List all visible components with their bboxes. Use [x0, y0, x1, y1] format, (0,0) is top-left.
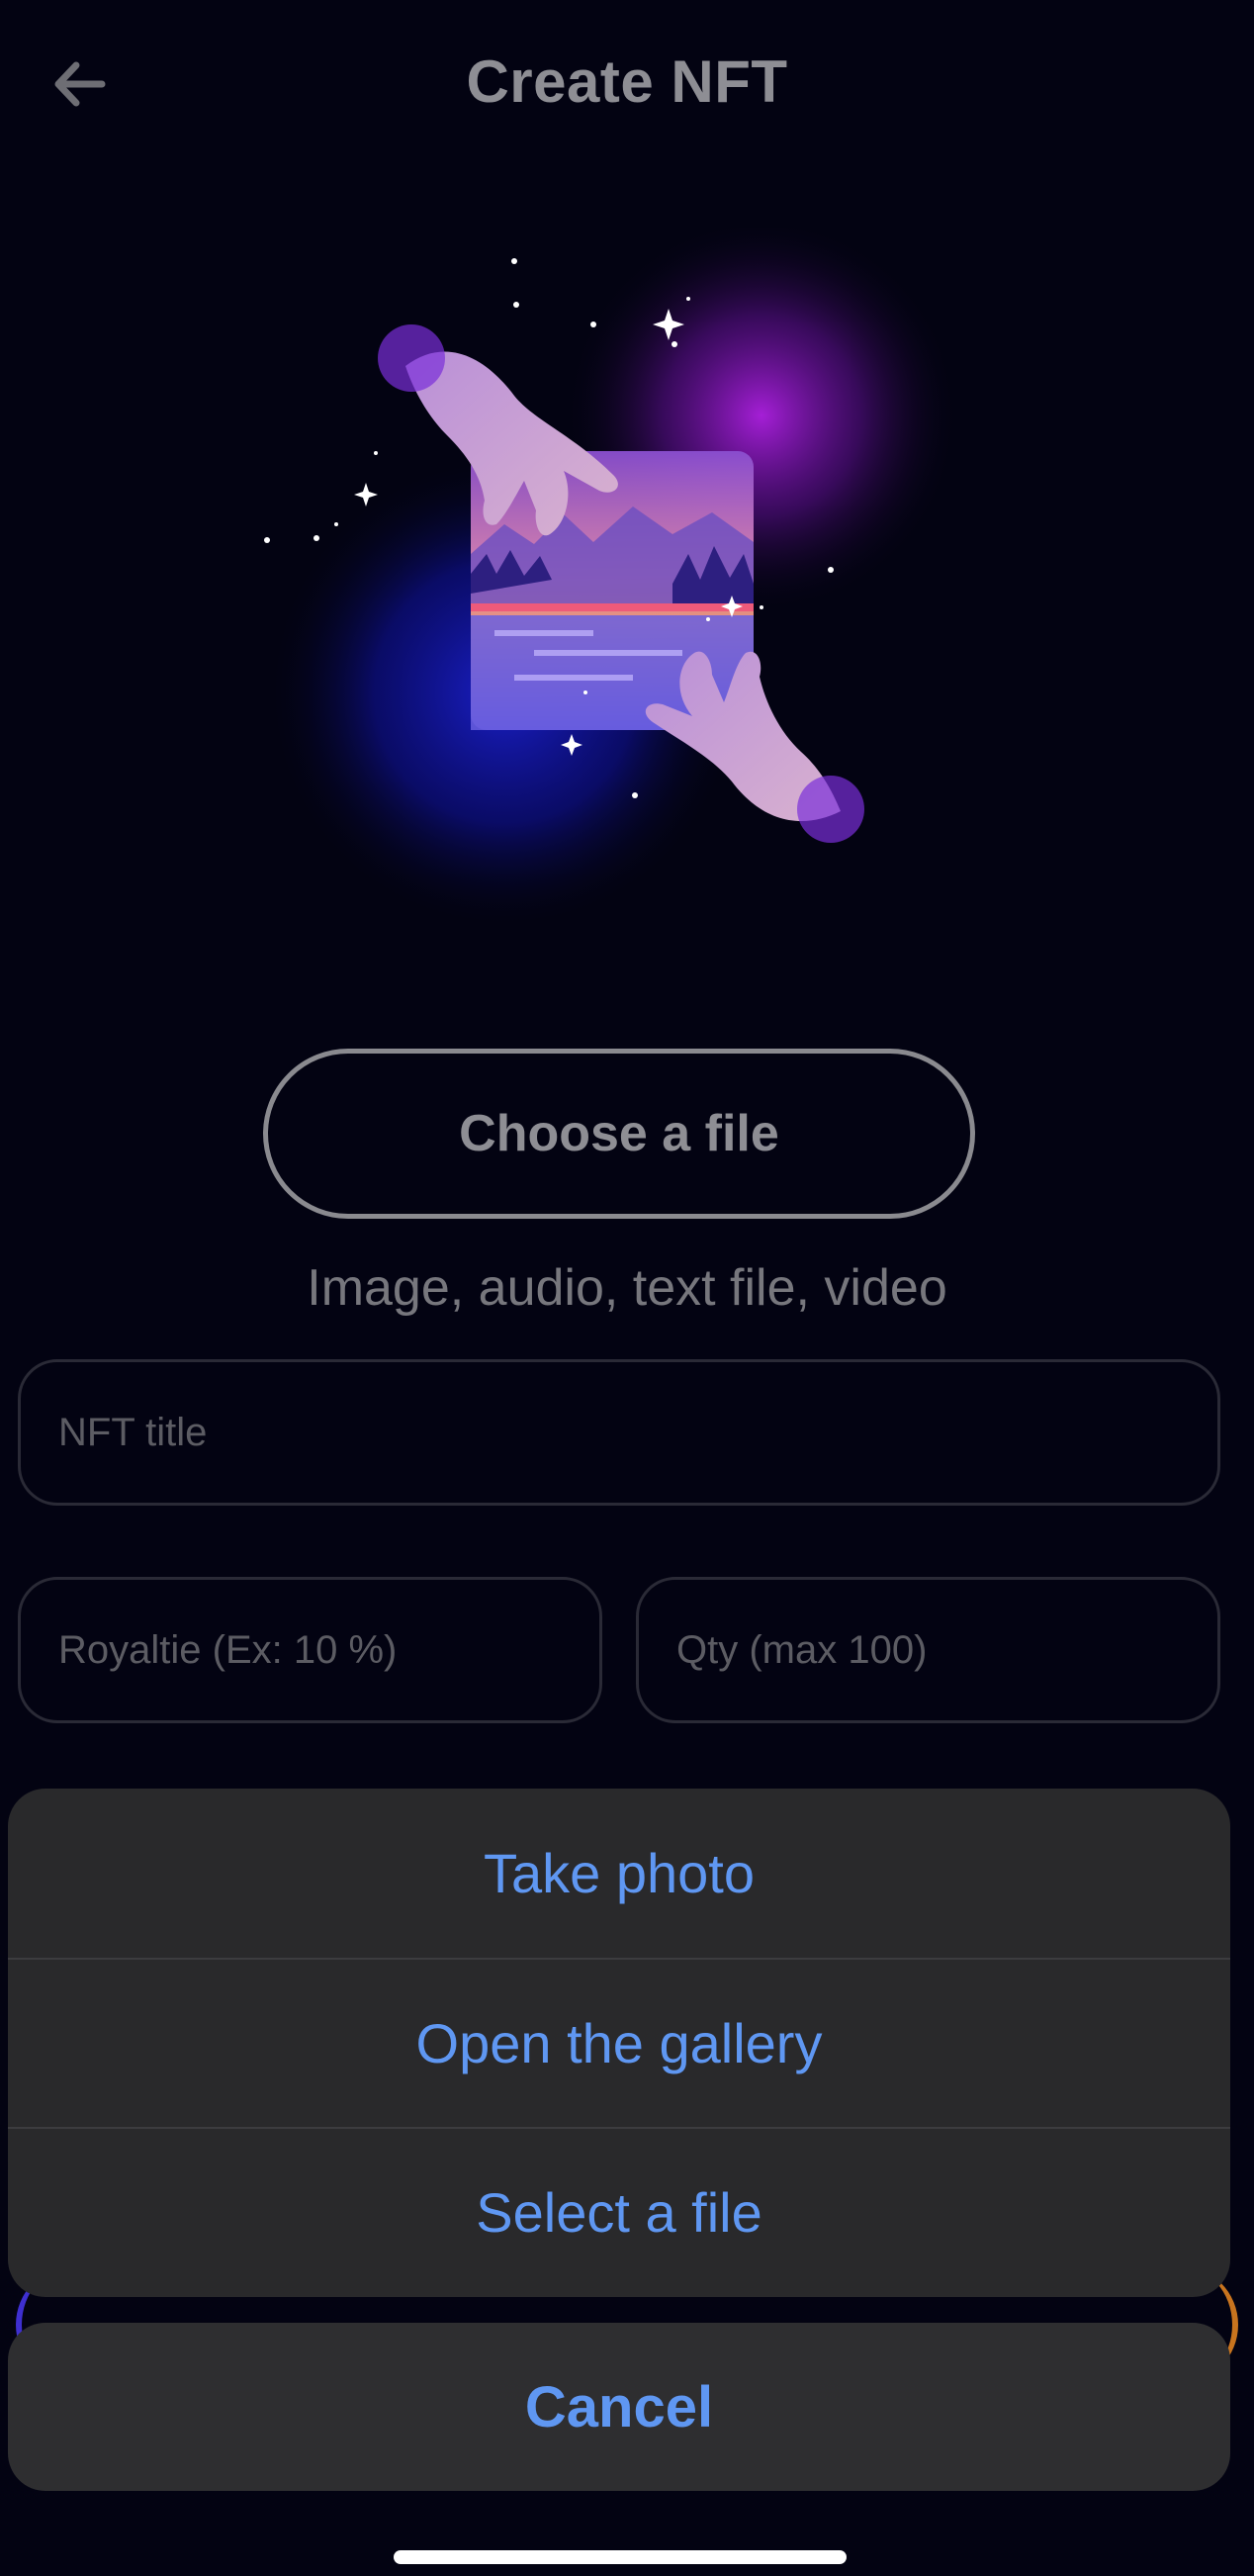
page-title: Create NFT: [466, 48, 788, 115]
quantity-placeholder: Qty (max 100): [676, 1627, 928, 1672]
file-types-hint: Image, audio, text file, video: [307, 1259, 947, 1317]
quantity-input[interactable]: Qty (max 100): [636, 1577, 1220, 1723]
header: Create NFT: [0, 0, 1254, 173]
select-file-option[interactable]: Select a file: [8, 2127, 1230, 2296]
nft-hands-artwork-illustration: [237, 218, 1009, 960]
create-nft-screen: Create NFT Choose a file Image, audio, t…: [0, 0, 1254, 2576]
cancel-button[interactable]: Cancel: [8, 2323, 1230, 2491]
take-photo-option[interactable]: Take photo: [8, 1789, 1230, 1958]
nft-title-input[interactable]: NFT title: [18, 1359, 1220, 1506]
home-indicator[interactable]: [394, 2550, 847, 2564]
royalty-placeholder: Royaltie (Ex: 10 %): [58, 1627, 398, 1672]
action-sheet: Take photo Open the gallery Select a fil…: [8, 1789, 1230, 2297]
royalty-input[interactable]: Royaltie (Ex: 10 %): [18, 1577, 602, 1723]
open-gallery-option[interactable]: Open the gallery: [8, 1958, 1230, 2127]
nft-title-placeholder: NFT title: [58, 1410, 208, 1454]
choose-file-button[interactable]: Choose a file: [263, 1049, 975, 1219]
